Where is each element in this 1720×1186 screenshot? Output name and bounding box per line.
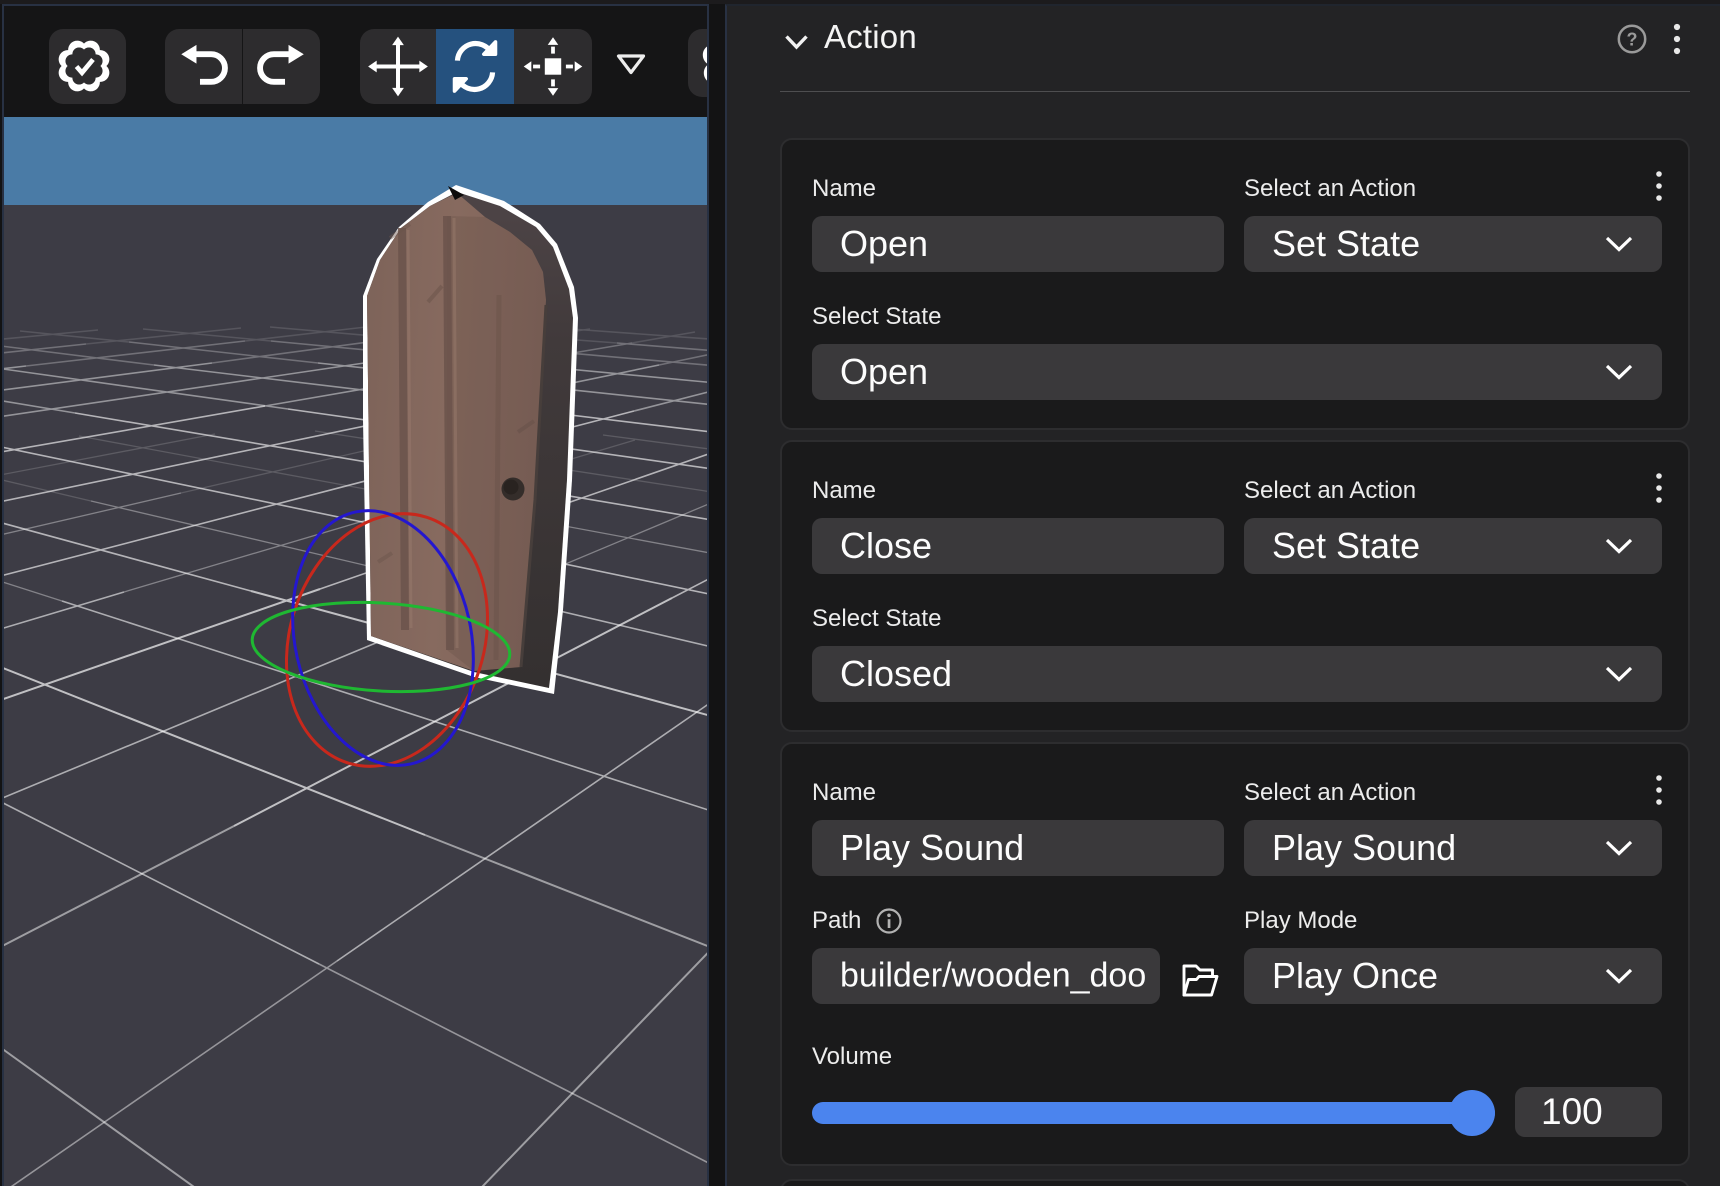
svg-text:?: ? [1627,30,1638,50]
